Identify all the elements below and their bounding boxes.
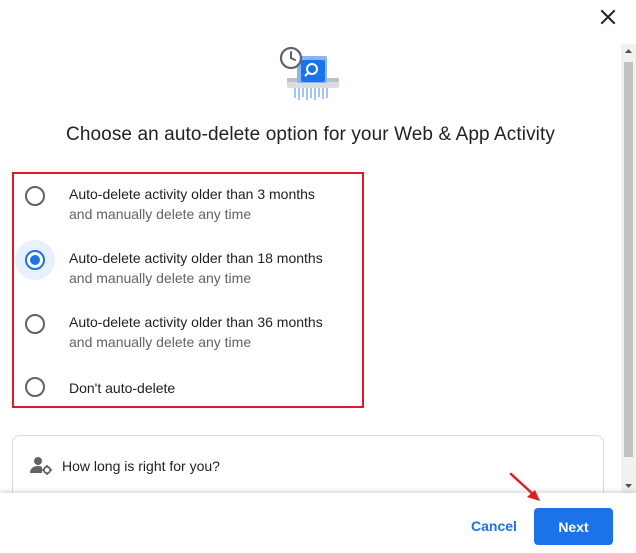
scroll-up-arrow[interactable] [621, 44, 636, 58]
option-label: Don't auto-delete [69, 380, 176, 396]
radio-unchecked-icon[interactable] [25, 377, 45, 397]
radio-unchecked-icon[interactable] [25, 314, 45, 334]
close-button[interactable] [592, 2, 624, 32]
cancel-button[interactable]: Cancel [458, 508, 530, 544]
annotation-arrow-icon [509, 472, 540, 501]
option-3-months[interactable]: Auto-delete activity older than 3 months… [14, 174, 364, 234]
option-36-months[interactable]: Auto-delete activity older than 36 month… [14, 302, 364, 362]
auto-delete-dialog: Choose an auto-delete option for your We… [0, 0, 636, 553]
close-icon [600, 9, 616, 25]
radio-unchecked-icon[interactable] [25, 186, 45, 206]
info-title: How long is right for you? [62, 458, 220, 474]
scrollbar-thumb[interactable] [624, 62, 633, 457]
option-sublabel: and manually delete any time [69, 334, 252, 350]
option-dont-auto-delete[interactable]: Don't auto-delete [14, 368, 364, 404]
option-label: Auto-delete activity older than 18 month… [69, 250, 323, 266]
radio-checked-icon[interactable] [25, 250, 45, 270]
person-settings-icon [30, 457, 52, 475]
next-button[interactable]: Next [534, 508, 613, 545]
auto-delete-history-icon [279, 46, 339, 100]
option-sublabel: and manually delete any time [69, 206, 252, 222]
dialog-title: Choose an auto-delete option for your We… [66, 124, 555, 145]
scrollbar[interactable] [621, 44, 636, 493]
option-label: Auto-delete activity older than 3 months [69, 186, 315, 202]
option-label: Auto-delete activity older than 36 month… [69, 314, 323, 330]
auto-delete-options: Auto-delete activity older than 3 months… [12, 172, 364, 408]
option-18-months[interactable]: Auto-delete activity older than 18 month… [14, 238, 364, 298]
scroll-down-arrow[interactable] [621, 479, 636, 493]
option-sublabel: and manually delete any time [69, 270, 252, 286]
